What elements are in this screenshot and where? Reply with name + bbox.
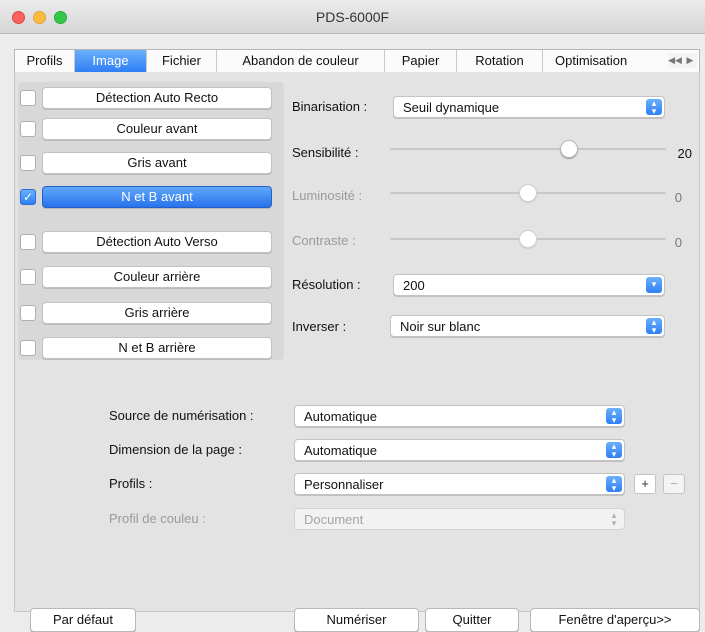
mode-checkbox[interactable] xyxy=(20,305,36,321)
tab-profils[interactable]: Profils xyxy=(15,50,75,72)
page-size-value: Automatique xyxy=(304,443,377,458)
mode-row: Couleur avant xyxy=(20,118,280,140)
resolution-label: Résolution : xyxy=(292,277,361,292)
resolution-select[interactable]: 200 ▾ xyxy=(393,274,665,296)
slider-track xyxy=(390,148,666,150)
tab-optimisation[interactable]: Optimisation xyxy=(543,50,635,72)
mode-button-n-et-b-arriere[interactable]: N et B arrière xyxy=(42,337,272,359)
mode-row: Détection Auto Verso xyxy=(20,231,280,253)
binarisation-label: Binarisation : xyxy=(292,99,368,114)
quit-button[interactable]: Quitter xyxy=(425,608,519,632)
tab-prev-icon[interactable]: ◀◀ xyxy=(668,53,682,68)
tab-bar: Profils Image Fichier Abandon de couleur… xyxy=(14,49,700,72)
mode-row: ✓ N et B avant xyxy=(20,186,280,208)
tab-image[interactable]: Image xyxy=(75,50,147,72)
slider-thumb[interactable] xyxy=(519,230,537,248)
mode-button-couleur-arriere[interactable]: Couleur arrière xyxy=(42,266,272,288)
scanner-window: PDS-6000F Profils Image Fichier Abandon … xyxy=(0,0,705,632)
color-profile-label: Profil de couleu : xyxy=(109,511,206,526)
mode-checkbox[interactable] xyxy=(20,121,36,137)
up-down-chevron-icon: ▴ ▾ xyxy=(646,99,662,116)
mode-row: Couleur arrière xyxy=(20,266,280,288)
mode-row: Gris avant xyxy=(20,152,280,174)
inverser-value: Noir sur blanc xyxy=(400,319,481,334)
mode-checkbox[interactable] xyxy=(20,340,36,356)
scan-button[interactable]: Numériser xyxy=(294,608,419,632)
inverser-label: Inverser : xyxy=(292,319,347,334)
add-profile-button[interactable]: + xyxy=(634,474,656,494)
sensibilite-slider[interactable] xyxy=(390,139,666,159)
mode-button-detection-auto-recto[interactable]: Détection Auto Recto xyxy=(42,87,272,109)
mode-button-gris-arriere[interactable]: Gris arrière xyxy=(42,302,272,324)
mode-button-gris-avant[interactable]: Gris avant xyxy=(42,152,272,174)
mode-checkbox[interactable] xyxy=(20,90,36,106)
color-profile-value: Document xyxy=(304,512,364,527)
binarisation-select[interactable]: Seuil dynamique ▴ ▾ xyxy=(393,96,665,118)
tab-scroll-arrows: ◀◀ ▶ xyxy=(668,53,697,68)
sensibilite-value: 20 xyxy=(677,146,692,161)
title-bar: PDS-6000F xyxy=(0,0,705,34)
contraste-label: Contraste : xyxy=(292,233,356,248)
slider-thumb[interactable] xyxy=(560,140,579,158)
checkmark-icon: ✓ xyxy=(22,190,34,204)
profils-select[interactable]: Personnaliser ▴ ▾ xyxy=(294,473,625,495)
mode-checkbox-checked[interactable]: ✓ xyxy=(20,189,36,205)
tab-abandon-de-couleur[interactable]: Abandon de couleur xyxy=(217,50,385,72)
luminosite-slider[interactable] xyxy=(390,183,666,203)
up-down-chevron-icon: ▴ ▾ xyxy=(606,442,622,459)
default-button[interactable]: Par défaut xyxy=(30,608,136,632)
up-down-chevron-icon: ▴ ▾ xyxy=(646,318,662,335)
page-size-label: Dimension de la page : xyxy=(109,442,242,457)
mode-button-couleur-avant[interactable]: Couleur avant xyxy=(42,118,272,140)
tab-fichier[interactable]: Fichier xyxy=(147,50,217,72)
luminosite-value: 0 xyxy=(674,190,682,205)
contraste-value: 0 xyxy=(674,235,682,250)
preview-window-button[interactable]: Fenêtre d'aperçu>> xyxy=(530,608,700,632)
source-select[interactable]: Automatique ▴ ▾ xyxy=(294,405,625,427)
mode-row: Détection Auto Recto xyxy=(20,87,280,109)
up-down-chevron-icon: ▴ ▾ xyxy=(606,408,622,425)
up-down-chevron-icon: ▴ ▾ xyxy=(606,476,622,493)
tab-rotation[interactable]: Rotation xyxy=(457,50,543,72)
window-title: PDS-6000F xyxy=(315,9,390,25)
color-profile-select: Document ▴ ▾ xyxy=(294,508,625,530)
mode-row: Gris arrière xyxy=(20,302,280,324)
tab-next-icon[interactable]: ▶ xyxy=(683,53,697,68)
mode-button-n-et-b-avant[interactable]: N et B avant xyxy=(42,186,272,208)
binarisation-value: Seuil dynamique xyxy=(403,100,500,115)
source-value: Automatique xyxy=(304,409,377,424)
contraste-slider[interactable] xyxy=(390,229,666,249)
source-label: Source de numérisation : xyxy=(109,408,254,423)
chevron-down-icon: ▾ xyxy=(646,277,662,293)
mode-row: N et B arrière xyxy=(20,337,280,359)
mode-checkbox[interactable] xyxy=(20,234,36,250)
profils-label: Profils : xyxy=(109,476,153,491)
mode-button-detection-auto-verso[interactable]: Détection Auto Verso xyxy=(42,231,272,253)
inverser-select[interactable]: Noir sur blanc ▴ ▾ xyxy=(390,315,665,337)
sensibilite-label: Sensibilité : xyxy=(292,145,359,160)
tab-papier[interactable]: Papier xyxy=(385,50,457,72)
luminosite-label: Luminosité : xyxy=(292,188,363,203)
mode-checkbox[interactable] xyxy=(20,269,36,285)
remove-profile-button[interactable]: − xyxy=(663,474,685,494)
mode-checkbox[interactable] xyxy=(20,155,36,171)
up-down-chevron-icon: ▴ ▾ xyxy=(611,510,617,528)
profils-value: Personnaliser xyxy=(304,477,384,492)
page-size-select[interactable]: Automatique ▴ ▾ xyxy=(294,439,625,461)
slider-thumb[interactable] xyxy=(519,184,537,202)
resolution-value: 200 xyxy=(403,278,425,293)
